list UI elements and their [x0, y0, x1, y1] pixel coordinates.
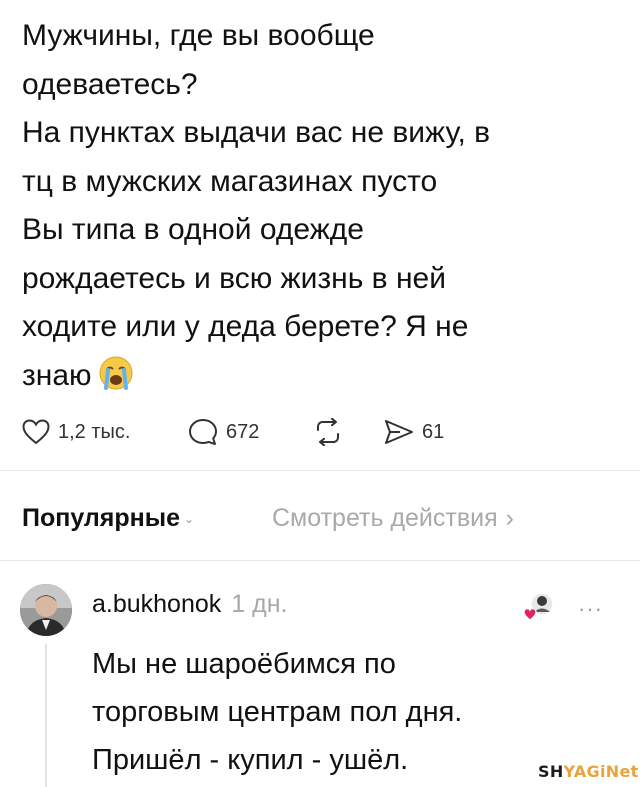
- comment-line: Мы не шароёбимся по: [92, 648, 396, 680]
- post-line: ходите или у деда берете? Я не: [22, 310, 469, 343]
- sort-popular-label: Популярные: [22, 504, 181, 532]
- view-activity-label: Смотреть действия: [272, 504, 498, 532]
- like-button[interactable]: 1,2 тыс.: [22, 414, 130, 450]
- divider: [0, 560, 640, 561]
- comment-header: a.bukhonok 1 дн.: [92, 590, 287, 619]
- send-icon: [384, 419, 414, 445]
- repost-icon: [312, 418, 344, 446]
- post-line: одеваетесь?: [22, 67, 198, 101]
- comment-button[interactable]: 672: [188, 414, 259, 450]
- post-text: Мужчины, где вы вообще одеваетесь? На пу…: [22, 12, 622, 406]
- post-line-text: знаю: [22, 358, 92, 392]
- share-count: 61: [422, 420, 445, 443]
- view-activity-link[interactable]: Смотреть действия ›: [272, 504, 514, 533]
- post-line-last: знаю: [22, 352, 622, 407]
- divider: [0, 470, 640, 471]
- watermark-part1: SH: [538, 762, 564, 781]
- comment-text: Мы не шароёбимся по торговым центрам пол…: [92, 640, 612, 784]
- post-line: рождаетесь и всю жизнь в ней: [22, 261, 446, 295]
- comment-count: 672: [226, 420, 260, 443]
- comment-timestamp: 1 дн.: [231, 590, 288, 618]
- site-watermark: SHYAGiNet: [538, 762, 639, 781]
- post-line: На пунктах выдачи вас не вижу, в: [22, 116, 491, 149]
- chevron-right-icon: ›: [505, 504, 514, 532]
- share-button[interactable]: 61: [384, 414, 444, 450]
- repost-button[interactable]: [312, 414, 344, 450]
- replies-tabs: Популярные ⌄ Смотреть действия ›: [22, 500, 622, 540]
- comment-username[interactable]: a.bukhonok: [92, 590, 221, 618]
- comment-line: Пришёл - купил - ушёл.: [92, 744, 409, 776]
- avatar[interactable]: [20, 584, 72, 636]
- watermark-part2: YAGiNet: [563, 762, 639, 781]
- thread-line: [45, 644, 47, 787]
- liked-by-author-avatar: [522, 590, 556, 624]
- comment-icon: [188, 418, 218, 446]
- chevron-down-icon: ⌄: [184, 512, 195, 526]
- comment-line: торговым центрам пол дня.: [92, 696, 463, 728]
- sort-popular-dropdown[interactable]: Популярные ⌄: [22, 504, 194, 533]
- post-actions: 1,2 тыс. 672 61: [22, 414, 622, 450]
- post-line: Мужчины, где вы вообще: [22, 19, 375, 52]
- post-line: тц в мужских магазинах пусто: [22, 164, 438, 198]
- loudly-crying-face-icon: [98, 355, 134, 407]
- heart-icon: [22, 419, 50, 445]
- like-count: 1,2 тыс.: [58, 420, 131, 443]
- post-line: Вы типа в одной одежде: [22, 213, 364, 246]
- more-options-button[interactable]: ···: [578, 596, 603, 622]
